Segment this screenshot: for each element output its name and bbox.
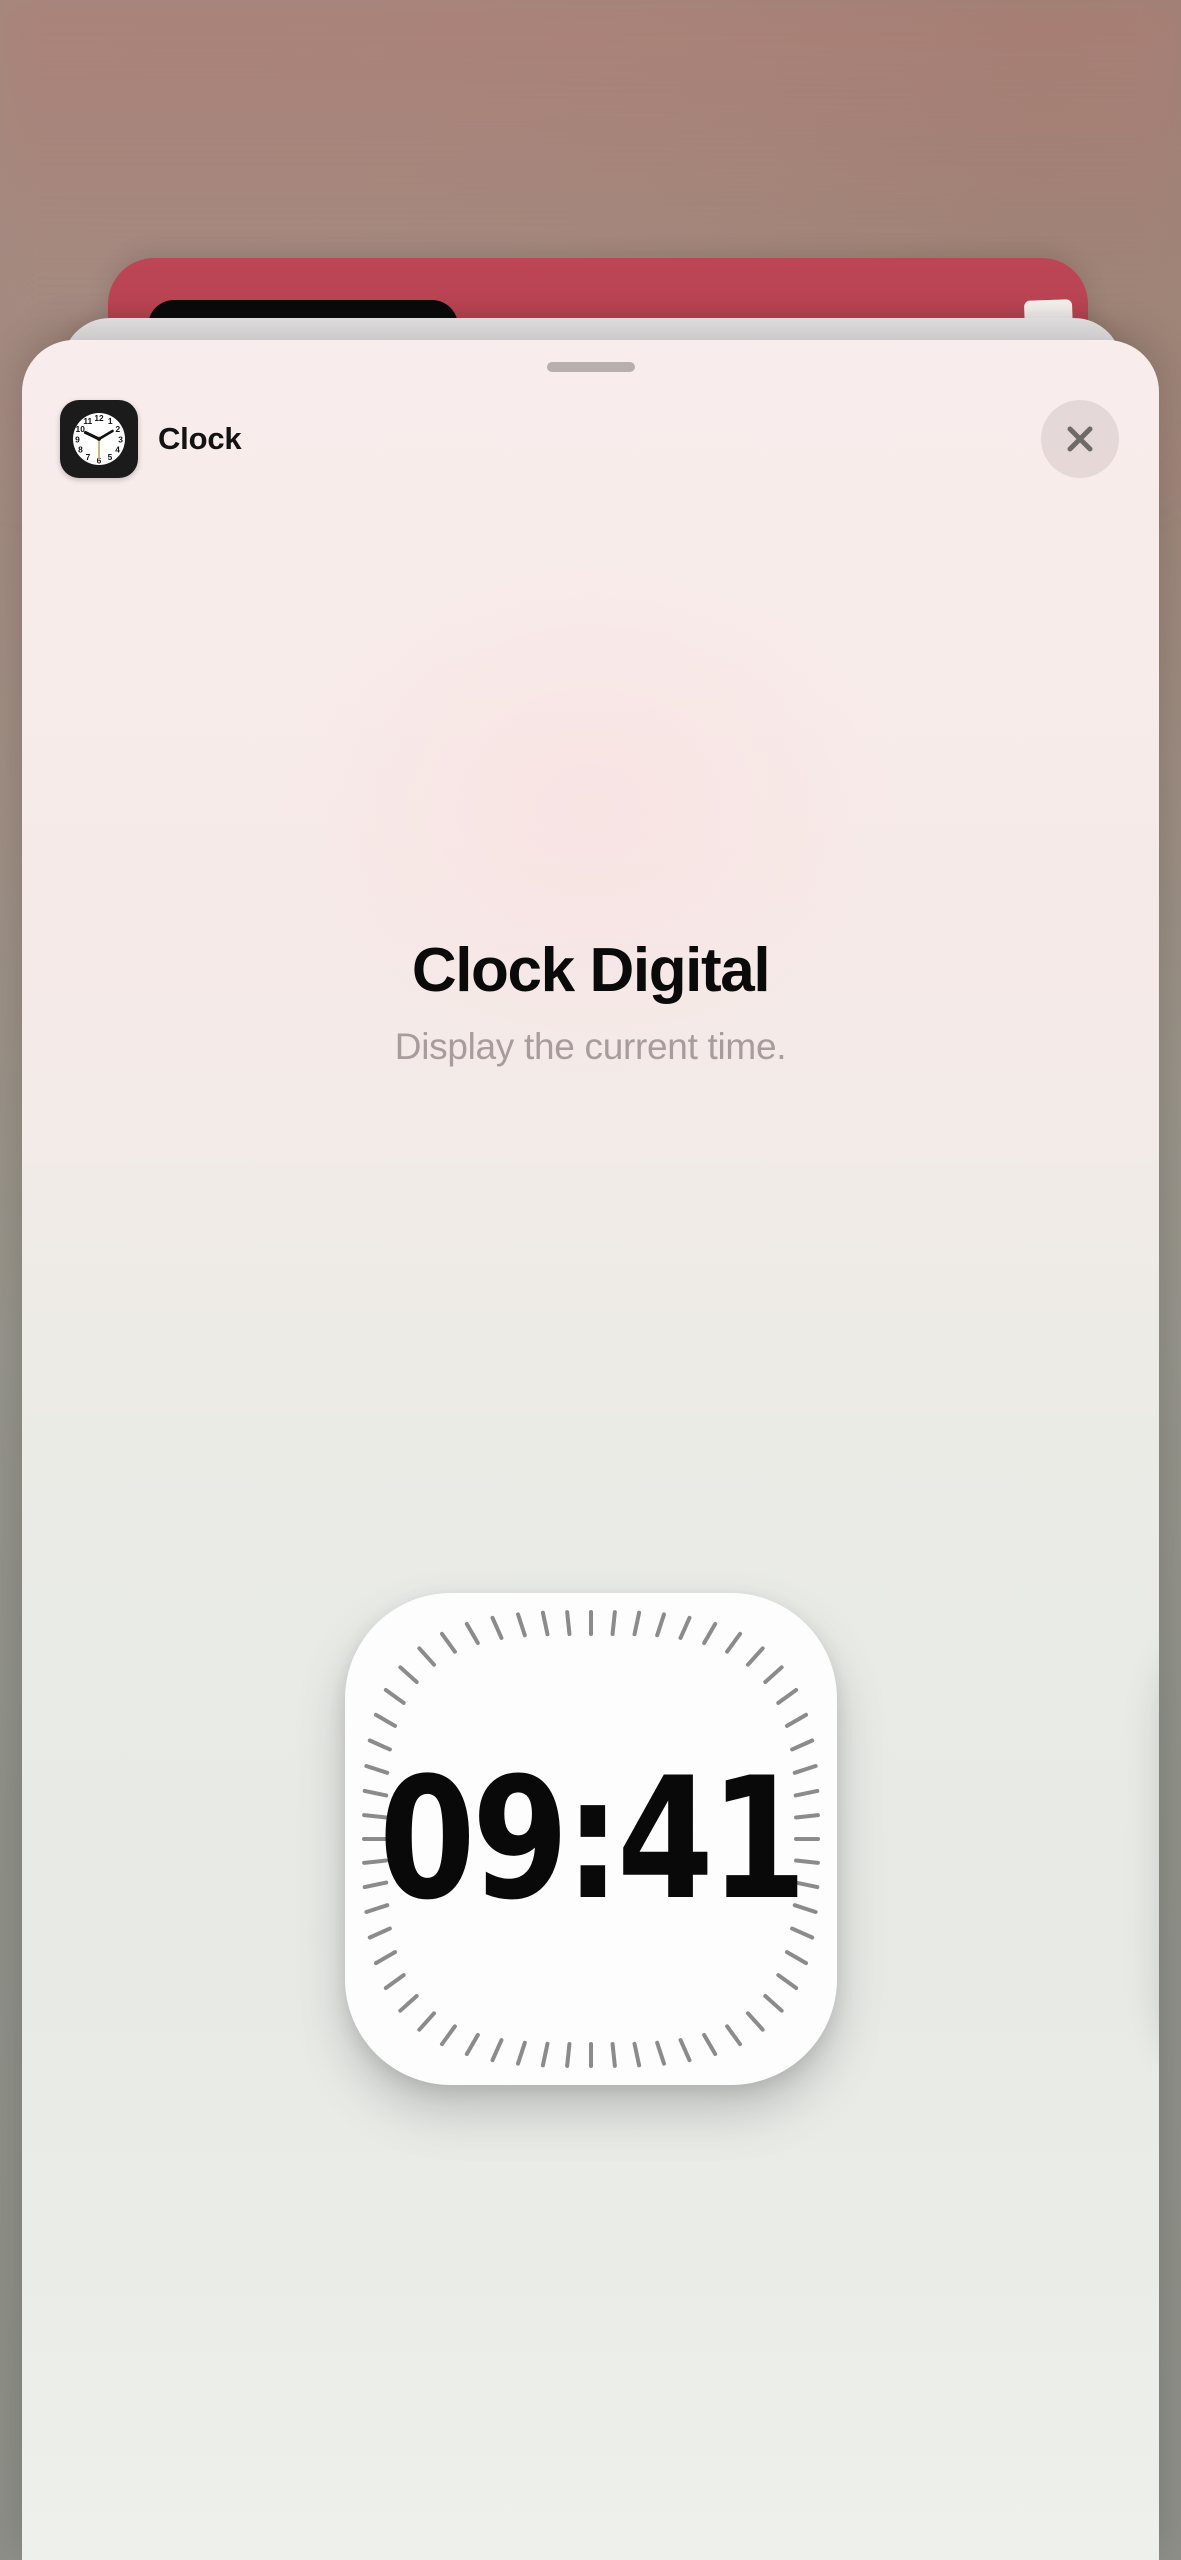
svg-text:2: 2 — [115, 424, 120, 434]
svg-text:11: 11 — [83, 416, 92, 426]
drag-handle[interactable] — [546, 362, 635, 372]
widget-picker-screen: 12 1 2 3 4 5 6 7 8 9 10 11 Clock Clock D… — [0, 0, 1181, 2560]
close-button[interactable] — [1041, 400, 1119, 478]
svg-text:8: 8 — [78, 445, 83, 455]
page-title: Clock Digital — [411, 936, 771, 1005]
svg-text:1: 1 — [108, 416, 113, 426]
sheet-header: 12 1 2 3 4 5 6 7 8 9 10 11 Clock — [22, 388, 1159, 492]
svg-text:7: 7 — [86, 452, 91, 462]
svg-text:9: 9 — [75, 434, 80, 444]
widget-carousel[interactable]: 09:41 — [22, 1593, 1159, 2093]
svg-text:3: 3 — [118, 434, 123, 444]
widget-time-label: 09:41 — [378, 1741, 806, 1937]
page-subtitle: Display the current time. — [394, 1025, 787, 1067]
sheet-color-bloom — [140, 430, 1041, 1190]
clock-app-icon: 12 1 2 3 4 5 6 7 8 9 10 11 — [60, 400, 138, 478]
close-icon — [1062, 421, 1098, 457]
svg-text:5: 5 — [108, 452, 113, 462]
widget-detail-sheet: 12 1 2 3 4 5 6 7 8 9 10 11 Clock Clock D… — [22, 340, 1159, 2560]
widget-detail-text: Clock Digital Display the current time. — [22, 938, 1159, 1068]
svg-text:12: 12 — [94, 413, 104, 423]
app-name-label: Clock — [158, 421, 242, 456]
widget-preview-card[interactable]: 09:41 — [344, 1593, 837, 2085]
app-chip[interactable]: 12 1 2 3 4 5 6 7 8 9 10 11 Clock — [60, 400, 242, 478]
svg-text:4: 4 — [115, 445, 120, 455]
